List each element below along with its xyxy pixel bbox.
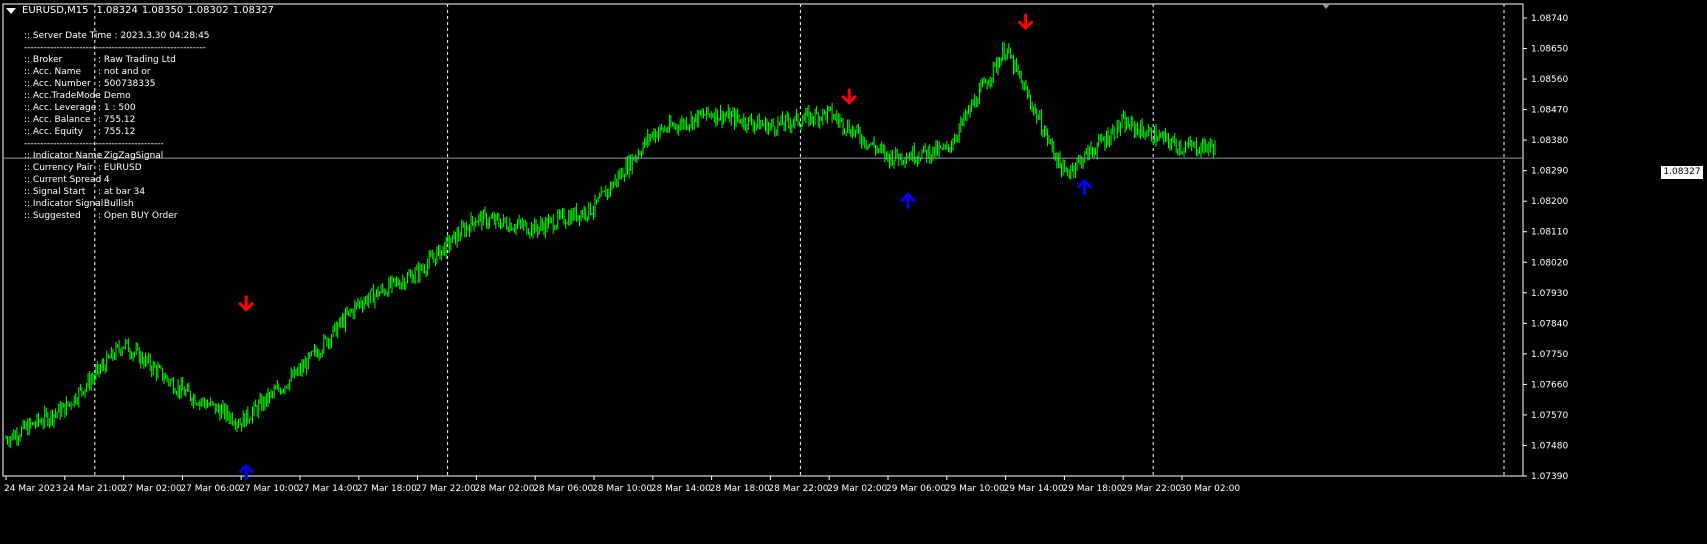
x-tick-label: 29 Mar 14:00 [1004, 484, 1064, 494]
account-row: :: Acc. Name : not and or [24, 66, 210, 78]
account-key: :: Acc.TradeMode [24, 91, 101, 101]
indicator-row: :: Current Spread: 4 [24, 174, 210, 186]
separator-line: ----------------------------------------… [24, 139, 164, 149]
account-key: :: Acc. Equity [24, 127, 84, 137]
x-tick-label: 27 Mar 14:00 [298, 484, 358, 494]
y-tick-label: 1.08650 [1531, 45, 1568, 55]
account-row: :: Acc.TradeMode: Demo [24, 90, 210, 102]
indicator-key: :: Currency Pair [24, 163, 94, 173]
indicator-value: : Bullish [98, 199, 134, 209]
indicator-info-panel: :: Server Date Time : 2023.3.30 04:28:45… [24, 30, 210, 222]
low-value: 1.08302 [187, 5, 229, 16]
chart-canvas[interactable]: 1.08740 1.08650 1.08560 1.08470 1.08380 1.082… [0, 0, 1707, 544]
y-tick-label: 1.08380 [1531, 136, 1568, 146]
indicator-row: :: Indicator Signal: Bullish [24, 198, 210, 210]
y-tick-label: 1.07480 [1531, 441, 1568, 451]
account-row: :: Acc. Number : 500738335 [24, 78, 210, 90]
x-tick-label: 28 Mar 10:00 [592, 484, 652, 494]
x-tick-label: 29 Mar 18:00 [1062, 484, 1122, 494]
x-tick-label: 29 Mar 06:00 [886, 484, 946, 494]
account-key: :: Acc. Number [24, 79, 91, 89]
buy-signal-arrow-icon [900, 192, 916, 209]
sell-signal-arrow-icon [1018, 13, 1034, 31]
high-value: 1.08350 [141, 5, 184, 16]
account-value: : 500738335 [98, 79, 156, 89]
y-tick-label: 1.08200 [1531, 197, 1568, 207]
indicator-row: :: Signal Start : at bar 34 [24, 186, 210, 198]
indicator-key: :: Current Spread [24, 175, 102, 185]
chart-menu-triangle-icon[interactable] [6, 7, 16, 14]
account-row: :: Broker : Raw Trading Ltd [24, 54, 210, 66]
plot-frame [2, 3, 1524, 477]
server-time: :: Server Date Time : 2023.3.30 04:28:45 [24, 31, 210, 41]
indicator-list: :: Indicator Name: ZigZagSignal:: Curren… [24, 150, 210, 222]
indicator-value: : at bar 34 [98, 187, 146, 197]
x-tick-label: 27 Mar 02:00 [122, 484, 182, 494]
y-tick-label: 1.07390 [1531, 472, 1568, 482]
indicator-row: :: Currency Pair : EURUSD [24, 162, 210, 174]
buy-signal-arrow-icon [1076, 178, 1092, 196]
account-value: : not and or [98, 67, 151, 77]
y-tick-label: 1.07750 [1531, 350, 1568, 360]
x-tick-label: 24 Mar 2023 [4, 484, 61, 494]
buy-signal-arrow-icon [238, 463, 254, 481]
account-value: : Raw Trading Ltd [98, 55, 176, 65]
indicator-value: : ZigZagSignal [98, 151, 164, 161]
y-tick-label: 1.08020 [1531, 258, 1568, 268]
indicator-value: : EURUSD [98, 163, 142, 173]
x-tick-label: 27 Mar 10:00 [239, 484, 299, 494]
account-key: :: Broker [24, 55, 63, 65]
x-tick-label: 29 Mar 22:00 [1121, 484, 1181, 494]
indicator-key: :: Indicator Name [24, 151, 103, 161]
account-row: :: Acc. Balance : 755.12 [24, 114, 210, 126]
y-tick-label: 1.08290 [1531, 167, 1568, 177]
sell-signal-arrow-icon [238, 295, 254, 312]
x-tick-label: 28 Mar 22:00 [768, 484, 828, 494]
y-tick-label: 1.07660 [1531, 380, 1568, 390]
y-tick-label: 1.07840 [1531, 319, 1568, 329]
account-value: : 755.12 [98, 127, 136, 137]
x-tick-label: 28 Mar 06:00 [533, 484, 593, 494]
y-tick-label: 1.08110 [1531, 228, 1568, 238]
indicator-key: :: Signal Start [24, 187, 86, 197]
account-value: : 1 : 500 [98, 103, 136, 113]
x-tick-label: 28 Mar 02:00 [474, 484, 534, 494]
sell-signal-arrow-icon [841, 88, 857, 105]
account-value: : Demo [98, 91, 131, 101]
separator-line: ----------------------------------------… [24, 43, 206, 53]
open-value: 1.08324 [96, 5, 138, 16]
x-tick-label: 28 Mar 18:00 [710, 484, 770, 494]
y-tick-label: 1.07570 [1531, 411, 1568, 421]
scroll-marker-icon [1322, 4, 1330, 9]
current-price-label: 1.08327 [1661, 166, 1703, 179]
symbol-label: EURUSD,M15 [22, 5, 89, 16]
account-row: :: Acc. Equity : 755.12 [24, 126, 210, 138]
indicator-value: : Open BUY Order [98, 211, 178, 221]
close-value: 1.08327 [232, 5, 274, 16]
account-key: :: Acc. Balance [24, 115, 91, 125]
x-tick-label: 24 Mar 21:00 [63, 484, 123, 494]
x-tick-label: 27 Mar 06:00 [180, 484, 240, 494]
account-row: :: Acc. Leverage: 1 : 500 [24, 102, 210, 114]
x-tick-label: 28 Mar 14:00 [651, 484, 711, 494]
account-list: :: Broker: Raw Trading Ltd:: Acc. Name: … [24, 54, 210, 138]
indicator-row: :: Suggested : Open BUY Order [24, 210, 210, 222]
account-key: :: Acc. Name [24, 67, 82, 77]
chart-header: EURUSD,M15 1.08324 1.08350 1.08302 1.083… [6, 5, 274, 16]
y-tick-label: 1.07930 [1531, 289, 1568, 299]
x-tick-label: 29 Mar 10:00 [945, 484, 1005, 494]
x-tick-label: 29 Mar 02:00 [827, 484, 887, 494]
indicator-key: :: Suggested [24, 211, 81, 221]
y-tick-label: 1.08560 [1531, 75, 1568, 85]
indicator-value: : 4 [98, 175, 110, 185]
y-tick-label: 1.08470 [1531, 106, 1568, 116]
indicator-row: :: Indicator Name: ZigZagSignal [24, 150, 210, 162]
x-tick-label: 27 Mar 22:00 [416, 484, 476, 494]
account-key: :: Acc. Leverage [24, 103, 97, 113]
account-value: : 755.12 [98, 115, 136, 125]
indicator-key: :: Indicator Signal [24, 199, 104, 209]
x-tick-label: 27 Mar 18:00 [357, 484, 417, 494]
x-tick-label: 30 Mar 02:00 [1180, 484, 1240, 494]
y-tick-label: 1.08740 [1531, 14, 1568, 24]
